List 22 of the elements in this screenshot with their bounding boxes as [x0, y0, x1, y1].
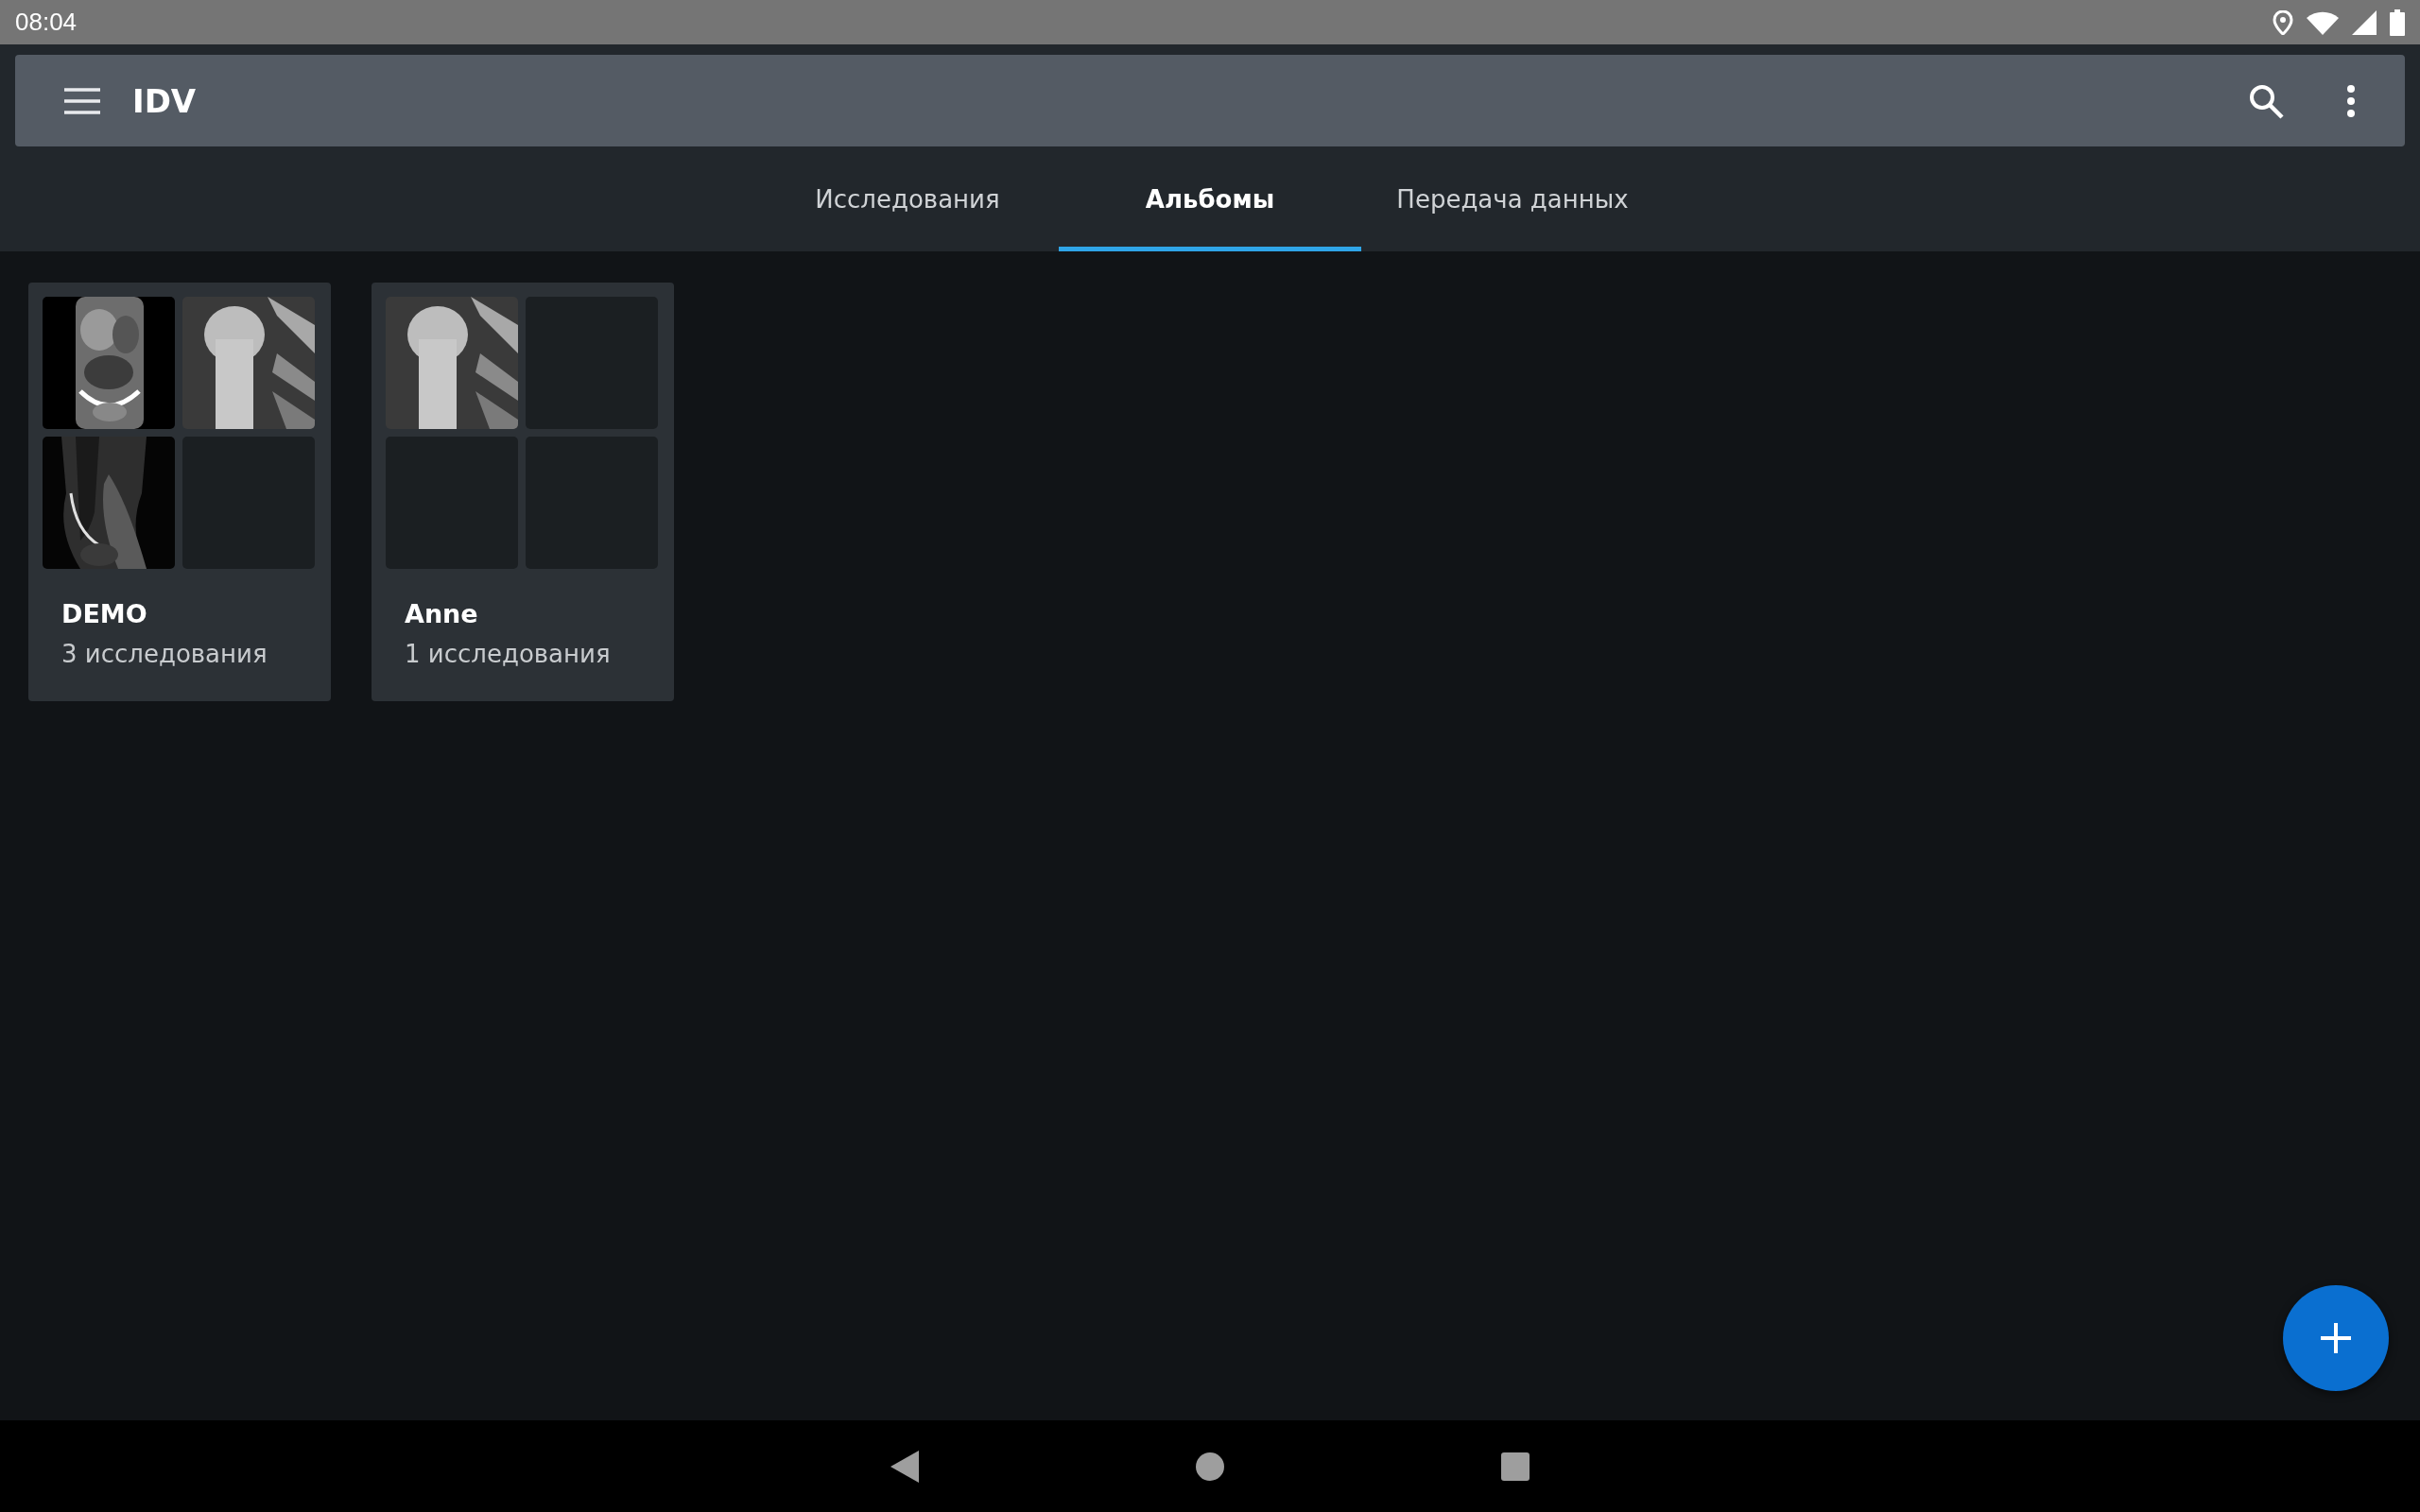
album-count: 3 исследования [61, 640, 268, 668]
plus-icon [2320, 1322, 2352, 1354]
home-icon[interactable] [1195, 1451, 1225, 1482]
tab[interactable]: Передача данных [1361, 146, 1664, 251]
menu-icon[interactable] [64, 86, 100, 115]
album-title: DEMO [61, 599, 148, 628]
app-title: IDV [132, 81, 198, 120]
location-icon [2273, 9, 2293, 35]
status-time: 08:04 [15, 8, 78, 37]
album-count: 1 исследования [405, 640, 612, 668]
album-card[interactable]: Anne 1 исследования [372, 283, 674, 701]
battery-icon [2390, 9, 2405, 36]
back-icon[interactable] [890, 1450, 919, 1483]
signal-icon [2352, 9, 2377, 35]
search-icon[interactable] [2248, 82, 2284, 119]
more-options-icon[interactable] [2346, 83, 2356, 118]
recents-icon[interactable] [1501, 1452, 1530, 1481]
wifi-icon [2307, 9, 2339, 35]
album-card[interactable]: DEMO 3 исследования [28, 283, 331, 701]
tab[interactable]: Исследования [756, 146, 1059, 251]
tab[interactable]: Альбомы [1059, 146, 1361, 251]
album-title: Anne [405, 599, 479, 628]
